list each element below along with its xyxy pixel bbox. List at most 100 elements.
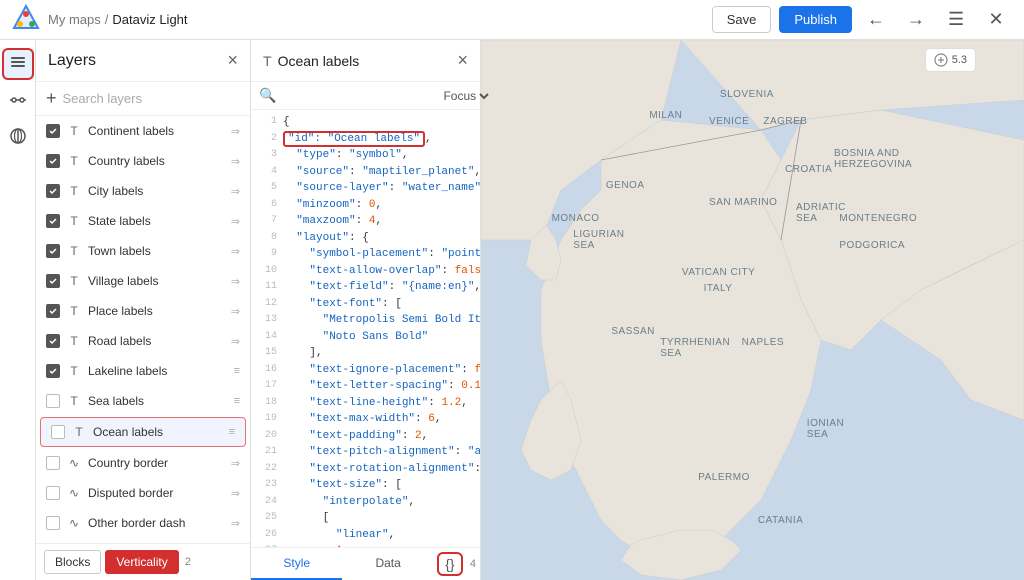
search-layers-input[interactable] bbox=[63, 91, 240, 106]
verticality-button[interactable]: Verticality bbox=[105, 550, 178, 574]
layer-item[interactable]: TSea labels≡ bbox=[36, 386, 250, 416]
blocks-button[interactable]: Blocks bbox=[44, 550, 101, 574]
layer-checkbox[interactable] bbox=[46, 274, 60, 288]
layer-item[interactable]: ∿Other border dash⇒ bbox=[36, 508, 250, 538]
layer-checkbox[interactable] bbox=[46, 154, 60, 168]
zoom-value: 5.3 bbox=[952, 54, 967, 66]
layer-action-icon[interactable]: ≡ bbox=[234, 395, 240, 407]
app-logo bbox=[12, 4, 40, 35]
layers-icon-button[interactable] bbox=[2, 48, 34, 80]
code-line: 8 "layout": { bbox=[251, 230, 480, 247]
layer-checkbox[interactable] bbox=[46, 304, 60, 318]
save-button[interactable]: Save bbox=[712, 6, 772, 33]
layer-action-icon[interactable]: ⇒ bbox=[231, 245, 240, 258]
tab-style[interactable]: Style bbox=[251, 548, 342, 580]
layer-type-icon: ∿ bbox=[66, 456, 82, 470]
layer-item[interactable]: TRoad labels⇒ bbox=[36, 326, 250, 356]
layer-type-icon: T bbox=[66, 184, 82, 198]
layers-header: Layers × bbox=[36, 40, 250, 82]
layer-item[interactable]: TCountry labels⇒ bbox=[36, 146, 250, 176]
layer-item[interactable]: ∿ Country border ⇒ bbox=[36, 448, 250, 478]
layer-item[interactable]: TLakeline labels≡ bbox=[36, 356, 250, 386]
layer-action-icon[interactable]: ⇒ bbox=[231, 125, 240, 138]
code-line: 4 "source": "maptiler_planet", bbox=[251, 164, 480, 181]
code-search-input[interactable] bbox=[280, 89, 435, 103]
topbar: My maps / Dataviz Light Save Publish ← →… bbox=[0, 0, 1024, 40]
style-icon-button[interactable] bbox=[2, 84, 34, 116]
code-line: 1{ bbox=[251, 114, 480, 131]
code-line: 22 "text-rotation-alignment": "auto", bbox=[251, 461, 480, 478]
layers-close-button[interactable]: × bbox=[227, 50, 238, 71]
layer-action-icon[interactable]: ⇒ bbox=[231, 305, 240, 318]
layer-checkbox[interactable] bbox=[46, 334, 60, 348]
layer-action-icon[interactable]: ≡ bbox=[229, 426, 235, 438]
layer-type-icon: T bbox=[71, 425, 87, 439]
code-line: 11 "text-field": "{name:en}", bbox=[251, 279, 480, 296]
layer-action-icon[interactable]: ⇒ bbox=[231, 487, 240, 500]
code-line: 10 "text-allow-overlap": false, bbox=[251, 263, 480, 280]
layer-name-label: Country border bbox=[88, 456, 225, 470]
data-icon-button[interactable] bbox=[2, 120, 34, 152]
code-focus-select[interactable]: Focus bbox=[439, 88, 492, 104]
code-bottom: Style Data {} 4 bbox=[251, 547, 480, 580]
layer-action-icon[interactable]: ≡ bbox=[234, 365, 240, 377]
layer-checkbox[interactable] bbox=[46, 486, 60, 500]
layer-name-label: City labels bbox=[88, 184, 225, 198]
layer-item[interactable]: TTown labels⇒ bbox=[36, 236, 250, 266]
layers-badge: 2 bbox=[185, 556, 191, 568]
layer-item[interactable]: TPlace labels⇒ bbox=[36, 296, 250, 326]
layer-checkbox[interactable] bbox=[46, 456, 60, 470]
layer-item[interactable]: TVillage labels⇒ bbox=[36, 266, 250, 296]
breadcrumb-link[interactable]: My maps bbox=[48, 12, 101, 27]
layers-bottom: Blocks Verticality 2 bbox=[36, 543, 250, 580]
layer-action-icon[interactable]: ⇒ bbox=[231, 517, 240, 530]
layer-checkbox[interactable] bbox=[51, 425, 65, 439]
code-panel-title: Ocean labels bbox=[278, 53, 458, 69]
layer-checkbox[interactable] bbox=[46, 214, 60, 228]
layers-search: + bbox=[36, 82, 250, 116]
layer-item[interactable]: TOcean labels≡ bbox=[40, 417, 246, 447]
publish-button[interactable]: Publish bbox=[779, 6, 852, 33]
layer-checkbox[interactable] bbox=[46, 364, 60, 378]
layer-item[interactable]: T City labels ⇒ bbox=[36, 176, 250, 206]
layer-action-icon[interactable]: ⇒ bbox=[231, 215, 240, 228]
layer-action-icon[interactable]: ⇒ bbox=[231, 335, 240, 348]
layers-panel: Layers × + TContinent labels⇒ T Country la… bbox=[36, 40, 251, 580]
layer-checkbox[interactable] bbox=[46, 124, 60, 138]
layer-type-icon: T bbox=[66, 304, 82, 318]
layers-title: Layers bbox=[48, 52, 227, 70]
menu-button[interactable]: ☰ bbox=[940, 4, 972, 36]
layer-action-icon[interactable]: ⇒ bbox=[231, 457, 240, 470]
tab-data[interactable]: Data bbox=[342, 548, 433, 580]
code-line: 23 "text-size": [ bbox=[251, 477, 480, 494]
back-button[interactable]: ← bbox=[860, 4, 892, 36]
layer-checkbox[interactable] bbox=[46, 516, 60, 530]
layer-action-icon[interactable]: ⇒ bbox=[231, 185, 240, 198]
layer-item[interactable]: TState labels⇒ bbox=[36, 206, 250, 236]
layer-checkbox[interactable] bbox=[46, 394, 60, 408]
tab-json-icon[interactable]: {} bbox=[434, 548, 466, 580]
layer-item[interactable]: TContinent labels⇒ bbox=[36, 116, 250, 146]
map-area[interactable]: SLOVENIAZagrebCROATIAMilanVeniceGenoaSAN… bbox=[481, 40, 1024, 580]
layer-action-icon[interactable]: ⇒ bbox=[231, 155, 240, 168]
layer-name-label: Other border dash bbox=[88, 516, 225, 530]
layer-name-label: State labels bbox=[88, 214, 225, 228]
layer-type-icon: T bbox=[66, 274, 82, 288]
layer-action-icon[interactable]: ⇒ bbox=[231, 275, 240, 288]
layer-type-icon: T bbox=[66, 244, 82, 258]
code-search: 🔍 Focus bbox=[251, 82, 480, 110]
forward-button[interactable]: → bbox=[900, 4, 932, 36]
code-line: 21 "text-pitch-alignment": "auto", bbox=[251, 444, 480, 461]
layer-checkbox[interactable] bbox=[46, 244, 60, 258]
map-container: SLOVENIAZagrebCROATIAMilanVeniceGenoaSAN… bbox=[481, 40, 1024, 580]
layer-checkbox[interactable] bbox=[46, 184, 60, 198]
code-panel-close-button[interactable]: × bbox=[457, 50, 468, 71]
code-line: 15 ], bbox=[251, 345, 480, 362]
layer-name-label: Country labels bbox=[88, 154, 225, 168]
code-header: T Ocean labels × bbox=[251, 40, 480, 82]
add-layer-button[interactable]: + bbox=[46, 88, 57, 109]
code-panel-icon: T bbox=[263, 53, 272, 69]
layer-item[interactable]: ∿Disputed border⇒ bbox=[36, 478, 250, 508]
map-svg bbox=[481, 40, 1024, 580]
close-button[interactable]: ✕ bbox=[980, 4, 1012, 36]
